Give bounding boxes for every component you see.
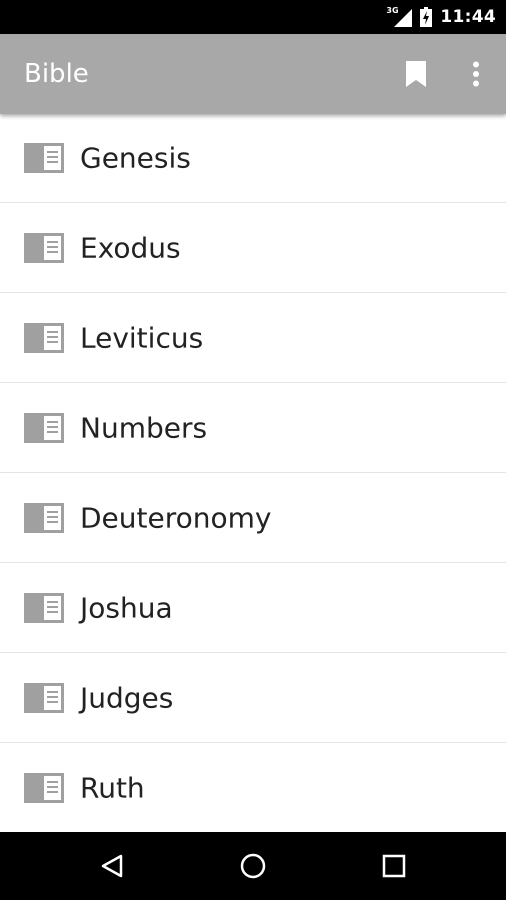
book-label: Joshua — [80, 591, 173, 624]
navigation-bar — [0, 832, 506, 900]
status-time: 11:44 — [440, 7, 496, 27]
status-icons: 3G 11:44 — [386, 0, 496, 34]
book-list: Genesis Exodus Leviticus Numbers Deutero… — [0, 114, 506, 832]
recents-button[interactable] — [364, 842, 424, 890]
book-icon — [24, 232, 64, 263]
book-item-deuteronomy[interactable]: Deuteronomy — [0, 473, 506, 563]
book-item-genesis[interactable]: Genesis — [0, 114, 506, 203]
bookmark-icon — [406, 61, 426, 87]
app-bar: Bible — [0, 34, 506, 114]
book-icon — [24, 412, 64, 443]
book-icon — [24, 682, 64, 713]
bookmark-button[interactable] — [398, 56, 434, 92]
book-label: Judges — [80, 681, 174, 714]
book-label: Deuteronomy — [80, 501, 272, 534]
more-vert-icon — [473, 61, 479, 87]
more-options-button[interactable] — [458, 56, 494, 92]
book-label: Numbers — [80, 411, 208, 444]
screen: 3G 11:44 Bible Genesis Exodus Leviticus … — [0, 0, 506, 900]
book-label: Exodus — [80, 231, 181, 264]
book-label: Genesis — [80, 141, 191, 175]
book-item-judges[interactable]: Judges — [0, 653, 506, 743]
back-button[interactable] — [82, 842, 142, 890]
book-icon — [24, 143, 64, 173]
book-icon — [24, 592, 64, 623]
back-icon — [101, 854, 123, 878]
home-icon — [240, 853, 266, 879]
book-icon — [24, 772, 64, 803]
status-bar: 3G 11:44 — [0, 0, 506, 34]
book-item-leviticus[interactable]: Leviticus — [0, 293, 506, 383]
book-icon — [24, 502, 64, 533]
book-item-numbers[interactable]: Numbers — [0, 383, 506, 473]
home-button[interactable] — [223, 842, 283, 890]
network-type-label: 3G — [386, 6, 399, 15]
recents-icon — [382, 854, 406, 878]
book-label: Leviticus — [80, 321, 204, 354]
battery-charging-icon — [420, 7, 433, 27]
app-title: Bible — [24, 59, 89, 89]
book-label: Ruth — [80, 771, 145, 804]
book-item-joshua[interactable]: Joshua — [0, 563, 506, 653]
book-item-ruth[interactable]: Ruth — [0, 743, 506, 832]
book-item-exodus[interactable]: Exodus — [0, 203, 506, 293]
signal-icon: 3G — [386, 6, 413, 27]
book-icon — [24, 322, 64, 353]
